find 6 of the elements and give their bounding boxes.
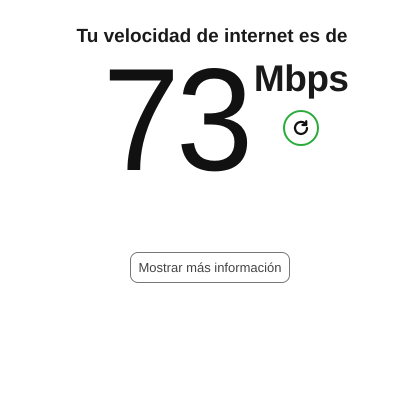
speed-value: 73 [103, 54, 250, 186]
more-info-button[interactable]: Mostrar más información [130, 252, 290, 283]
speed-heading: Tu velocidad de internet es de [76, 26, 348, 48]
refresh-button[interactable] [283, 110, 320, 146]
refresh-icon [292, 119, 310, 137]
speed-unit: Mbps [254, 58, 348, 100]
